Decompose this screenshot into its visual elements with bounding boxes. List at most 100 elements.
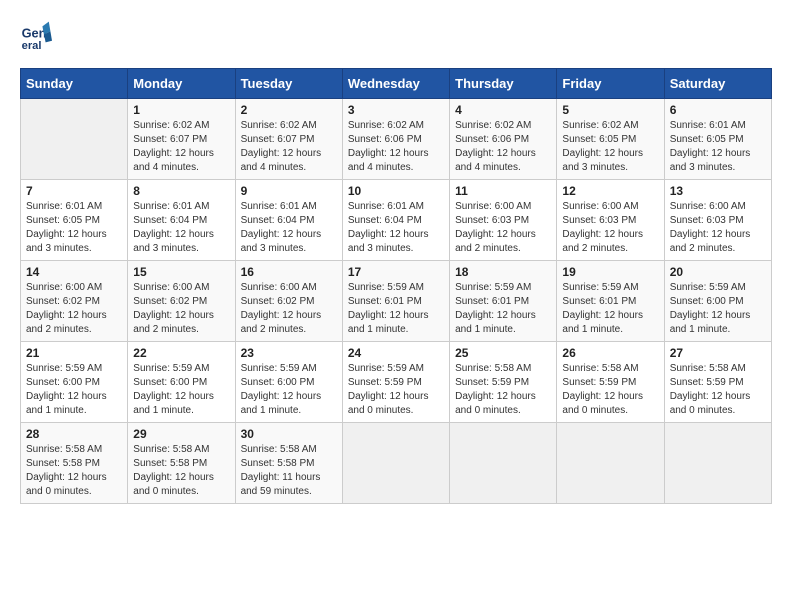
day-info: Sunrise: 6:00 AM Sunset: 6:03 PM Dayligh… bbox=[455, 200, 551, 256]
weekday-header: Tuesday bbox=[235, 69, 342, 99]
day-info: Sunrise: 5:59 AM Sunset: 6:01 PM Dayligh… bbox=[455, 281, 551, 337]
day-info: Sunrise: 6:00 AM Sunset: 6:02 PM Dayligh… bbox=[133, 281, 229, 337]
calendar-cell: 10Sunrise: 6:01 AM Sunset: 6:04 PM Dayli… bbox=[342, 180, 449, 261]
calendar-week-row: 1 Sunrise: 6:02 AM Sunset: 6:07 PM Daylig… bbox=[21, 99, 772, 180]
calendar-cell: 21 Sunrise: 5:59 AM Sunset: 6:00 PM Dayli… bbox=[21, 342, 128, 423]
calendar-cell: 27 Sunrise: 5:58 AM Sunset: 5:59 PM Dayli… bbox=[664, 342, 771, 423]
calendar-cell: 26 Sunrise: 5:58 AM Sunset: 5:59 PM Dayli… bbox=[557, 342, 664, 423]
weekday-header: Saturday bbox=[664, 69, 771, 99]
day-number: 17 bbox=[348, 265, 444, 279]
calendar-cell: 11 Sunrise: 6:00 AM Sunset: 6:03 PM Dayli… bbox=[450, 180, 557, 261]
calendar-cell bbox=[342, 423, 449, 504]
day-number: 30 bbox=[241, 427, 337, 441]
day-info: Sunrise: 6:00 AM Sunset: 6:02 PM Dayligh… bbox=[241, 281, 337, 337]
day-info: Sunrise: 6:01 AM Sunset: 6:05 PM Dayligh… bbox=[670, 119, 766, 175]
calendar-cell: 29Sunrise: 5:58 AM Sunset: 5:58 PM Dayli… bbox=[128, 423, 235, 504]
calendar-cell bbox=[21, 99, 128, 180]
day-number: 8 bbox=[133, 184, 229, 198]
day-info: Sunrise: 5:59 AM Sunset: 6:01 PM Dayligh… bbox=[348, 281, 444, 337]
day-number: 28 bbox=[26, 427, 122, 441]
day-number: 9 bbox=[241, 184, 337, 198]
weekday-header: Wednesday bbox=[342, 69, 449, 99]
logo-icon: Gen eral bbox=[20, 20, 52, 52]
calendar-week-row: 14 Sunrise: 6:00 AM Sunset: 6:02 PM Dayli… bbox=[21, 261, 772, 342]
day-info: Sunrise: 6:02 AM Sunset: 6:06 PM Dayligh… bbox=[455, 119, 551, 175]
day-info: Sunrise: 6:02 AM Sunset: 6:05 PM Dayligh… bbox=[562, 119, 658, 175]
day-info: Sunrise: 5:58 AM Sunset: 5:59 PM Dayligh… bbox=[562, 362, 658, 418]
calendar-cell: 25Sunrise: 5:58 AM Sunset: 5:59 PM Dayli… bbox=[450, 342, 557, 423]
weekday-header: Thursday bbox=[450, 69, 557, 99]
calendar-cell: 5 Sunrise: 6:02 AM Sunset: 6:05 PM Daylig… bbox=[557, 99, 664, 180]
day-info: Sunrise: 6:02 AM Sunset: 6:06 PM Dayligh… bbox=[348, 119, 444, 175]
calendar-cell: 17 Sunrise: 5:59 AM Sunset: 6:01 PM Dayli… bbox=[342, 261, 449, 342]
calendar-cell: 14 Sunrise: 6:00 AM Sunset: 6:02 PM Dayli… bbox=[21, 261, 128, 342]
day-number: 13 bbox=[670, 184, 766, 198]
day-info: Sunrise: 6:01 AM Sunset: 6:04 PM Dayligh… bbox=[348, 200, 444, 256]
day-number: 5 bbox=[562, 103, 658, 117]
day-info: Sunrise: 5:59 AM Sunset: 6:00 PM Dayligh… bbox=[26, 362, 122, 418]
calendar-cell: 19 Sunrise: 5:59 AM Sunset: 6:01 PM Dayli… bbox=[557, 261, 664, 342]
day-info: Sunrise: 5:58 AM Sunset: 5:59 PM Dayligh… bbox=[670, 362, 766, 418]
calendar-cell: 30Sunrise: 5:58 AM Sunset: 5:58 PM Dayli… bbox=[235, 423, 342, 504]
day-number: 18 bbox=[455, 265, 551, 279]
day-number: 26 bbox=[562, 346, 658, 360]
calendar-week-row: 28 Sunrise: 5:58 AM Sunset: 5:58 PM Dayli… bbox=[21, 423, 772, 504]
calendar-cell: 13 Sunrise: 6:00 AM Sunset: 6:03 PM Dayli… bbox=[664, 180, 771, 261]
day-info: Sunrise: 5:58 AM Sunset: 5:58 PM Dayligh… bbox=[133, 443, 229, 499]
day-number: 4 bbox=[455, 103, 551, 117]
day-info: Sunrise: 6:02 AM Sunset: 6:07 PM Dayligh… bbox=[241, 119, 337, 175]
day-number: 27 bbox=[670, 346, 766, 360]
logo: Gen eral bbox=[20, 20, 56, 52]
calendar-cell: 24 Sunrise: 5:59 AM Sunset: 5:59 PM Dayli… bbox=[342, 342, 449, 423]
day-info: Sunrise: 6:00 AM Sunset: 6:03 PM Dayligh… bbox=[670, 200, 766, 256]
day-info: Sunrise: 5:58 AM Sunset: 5:58 PM Dayligh… bbox=[26, 443, 122, 499]
calendar-cell: 28 Sunrise: 5:58 AM Sunset: 5:58 PM Dayli… bbox=[21, 423, 128, 504]
weekday-header: Sunday bbox=[21, 69, 128, 99]
calendar-table: SundayMondayTuesdayWednesdayThursdayFrid… bbox=[20, 68, 772, 504]
day-info: Sunrise: 5:59 AM Sunset: 6:00 PM Dayligh… bbox=[133, 362, 229, 418]
day-info: Sunrise: 5:59 AM Sunset: 6:00 PM Dayligh… bbox=[241, 362, 337, 418]
day-number: 16 bbox=[241, 265, 337, 279]
day-number: 15 bbox=[133, 265, 229, 279]
day-number: 19 bbox=[562, 265, 658, 279]
calendar-cell: 4 Sunrise: 6:02 AM Sunset: 6:06 PM Daylig… bbox=[450, 99, 557, 180]
day-info: Sunrise: 6:00 AM Sunset: 6:02 PM Dayligh… bbox=[26, 281, 122, 337]
calendar-cell: 2 Sunrise: 6:02 AM Sunset: 6:07 PM Daylig… bbox=[235, 99, 342, 180]
calendar-cell: 12Sunrise: 6:00 AM Sunset: 6:03 PM Dayli… bbox=[557, 180, 664, 261]
day-number: 11 bbox=[455, 184, 551, 198]
day-info: Sunrise: 5:58 AM Sunset: 5:59 PM Dayligh… bbox=[455, 362, 551, 418]
day-number: 3 bbox=[348, 103, 444, 117]
calendar-cell: 16 Sunrise: 6:00 AM Sunset: 6:02 PM Dayli… bbox=[235, 261, 342, 342]
day-number: 24 bbox=[348, 346, 444, 360]
calendar-cell: 3 Sunrise: 6:02 AM Sunset: 6:06 PM Daylig… bbox=[342, 99, 449, 180]
calendar-cell: 18 Sunrise: 5:59 AM Sunset: 6:01 PM Dayli… bbox=[450, 261, 557, 342]
calendar-cell: 20Sunrise: 5:59 AM Sunset: 6:00 PM Dayli… bbox=[664, 261, 771, 342]
day-number: 14 bbox=[26, 265, 122, 279]
day-info: Sunrise: 6:01 AM Sunset: 6:05 PM Dayligh… bbox=[26, 200, 122, 256]
calendar-cell: 22 Sunrise: 5:59 AM Sunset: 6:00 PM Dayli… bbox=[128, 342, 235, 423]
calendar-cell: 1Sunrise: 6:02 AM Sunset: 6:07 PM Daylig… bbox=[128, 99, 235, 180]
day-info: Sunrise: 6:01 AM Sunset: 6:04 PM Dayligh… bbox=[241, 200, 337, 256]
day-number: 23 bbox=[241, 346, 337, 360]
day-info: Sunrise: 6:00 AM Sunset: 6:03 PM Dayligh… bbox=[562, 200, 658, 256]
weekday-header: Monday bbox=[128, 69, 235, 99]
calendar-cell bbox=[664, 423, 771, 504]
day-number: 1 bbox=[133, 103, 229, 117]
calendar-cell: 8 Sunrise: 6:01 AM Sunset: 6:04 PM Daylig… bbox=[128, 180, 235, 261]
day-info: Sunrise: 5:59 AM Sunset: 5:59 PM Dayligh… bbox=[348, 362, 444, 418]
day-info: Sunrise: 5:59 AM Sunset: 6:01 PM Dayligh… bbox=[562, 281, 658, 337]
day-number: 2 bbox=[241, 103, 337, 117]
weekday-header: Friday bbox=[557, 69, 664, 99]
calendar-cell: 15 Sunrise: 6:00 AM Sunset: 6:02 PM Dayli… bbox=[128, 261, 235, 342]
day-info: Sunrise: 5:59 AM Sunset: 6:00 PM Dayligh… bbox=[670, 281, 766, 337]
day-number: 22 bbox=[133, 346, 229, 360]
calendar-cell: 9 Sunrise: 6:01 AM Sunset: 6:04 PM Daylig… bbox=[235, 180, 342, 261]
day-number: 6 bbox=[670, 103, 766, 117]
day-info: Sunrise: 6:01 AM Sunset: 6:04 PM Dayligh… bbox=[133, 200, 229, 256]
calendar-cell: 23 Sunrise: 5:59 AM Sunset: 6:00 PM Dayli… bbox=[235, 342, 342, 423]
calendar-header-row: SundayMondayTuesdayWednesdayThursdayFrid… bbox=[21, 69, 772, 99]
calendar-week-row: 21 Sunrise: 5:59 AM Sunset: 6:00 PM Dayli… bbox=[21, 342, 772, 423]
calendar-week-row: 7Sunrise: 6:01 AM Sunset: 6:05 PM Daylig… bbox=[21, 180, 772, 261]
calendar-cell bbox=[557, 423, 664, 504]
day-number: 21 bbox=[26, 346, 122, 360]
